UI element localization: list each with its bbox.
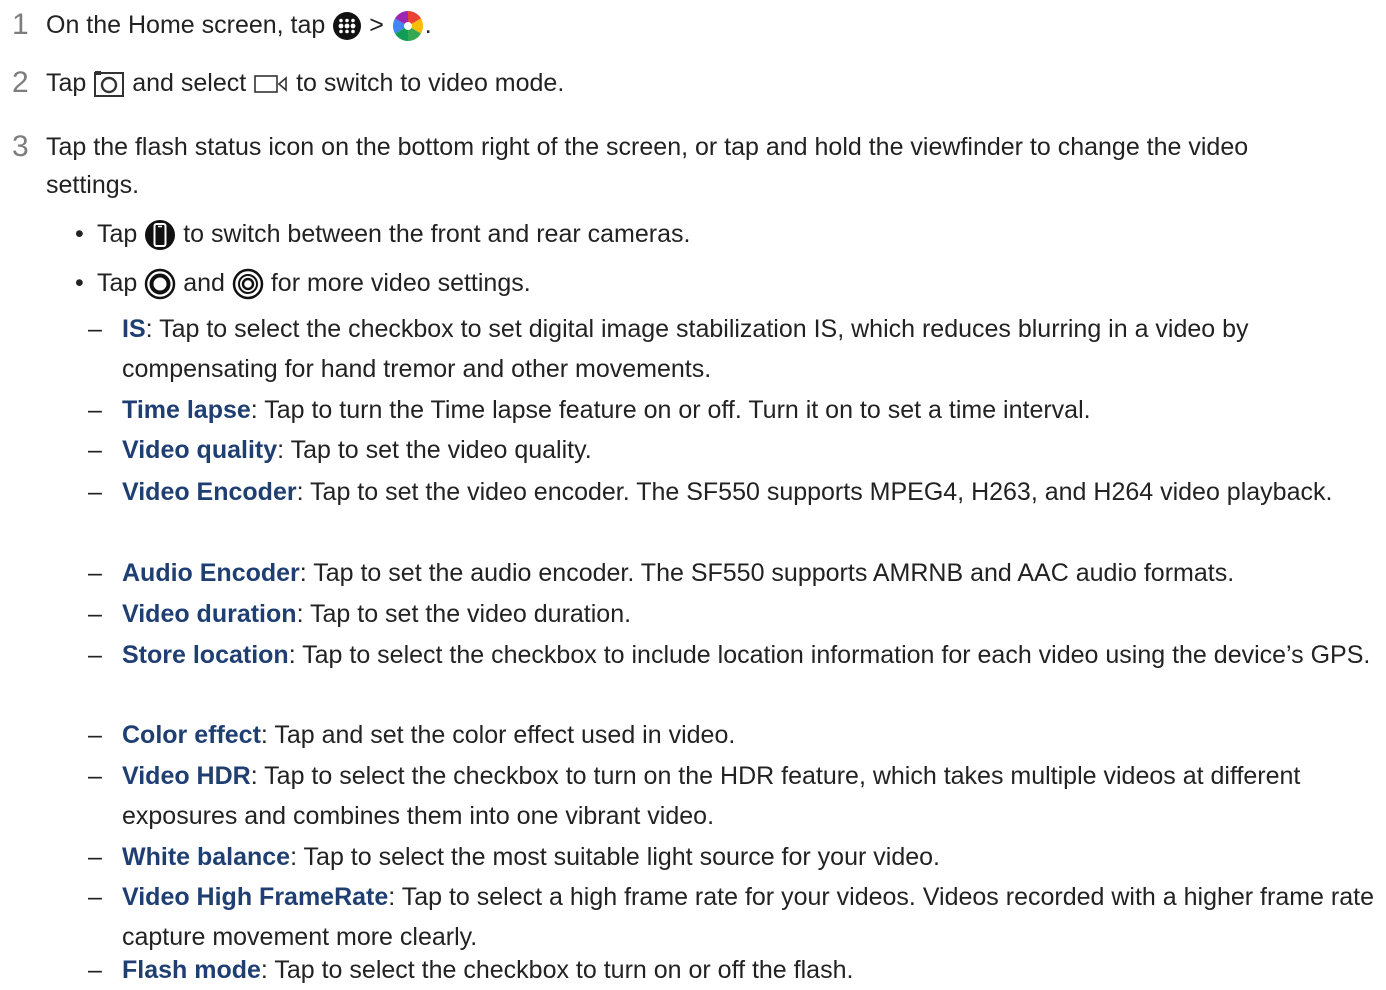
setting-description: : Tap to set the video duration.: [296, 600, 632, 628]
setting-description: : Tap to select the most suitable light …: [290, 843, 940, 871]
setting-label: Video HDR: [122, 762, 251, 790]
setting-description: : Tap and set the color effect used in v…: [260, 721, 736, 749]
setting-description: : Tap to select the checkbox to include …: [288, 641, 1371, 669]
switch-camera-icon: [145, 220, 176, 251]
setting-description: : Tap to set the video encoder. The SF55…: [296, 478, 1333, 506]
advanced-settings-icon: [232, 269, 264, 300]
apps-icon: [333, 12, 362, 41]
video-mode-icon: [254, 75, 287, 94]
step-text-3: to switch to video mode.: [296, 69, 565, 97]
step-text-2: and select: [132, 69, 247, 97]
setting-label: Color effect: [122, 721, 261, 749]
setting-label: Video High FrameRate: [122, 883, 389, 911]
step-number: 3: [12, 130, 29, 163]
setting-label: Time lapse: [122, 396, 251, 424]
step-end: .: [424, 11, 432, 39]
setting-label: Audio Encoder: [122, 559, 300, 587]
step-text: Tap: [46, 69, 87, 97]
setting-label: Video quality: [122, 436, 278, 464]
setting-description: : Tap to set the video quality.: [277, 436, 592, 464]
step-text: On the Home screen, tap: [46, 11, 326, 39]
setting-label: White balance: [122, 843, 291, 871]
setting-label: Store location: [122, 641, 289, 669]
setting-label: Video duration: [122, 600, 297, 628]
setting-label: Video Encoder: [122, 478, 297, 506]
step-text: Tap the flash status icon on the bottom …: [46, 133, 1249, 199]
setting-description: : Tap to select the checkbox to turn on …: [260, 956, 854, 984]
camera-app-icon: [392, 11, 423, 42]
camera-mode-icon: [94, 71, 125, 98]
setting-description: : Tap to select the checkbox to set digi…: [122, 315, 1249, 383]
manual-page: 1 On the Home screen, tap > . 2 Tap and …: [12, 8, 1374, 984]
settings-icon: [145, 269, 176, 300]
setting-description: : Tap to turn the Time lapse feature on …: [250, 396, 1091, 424]
setting-label: IS: [122, 315, 146, 343]
step-separator: >: [369, 11, 384, 39]
setting-label: Flash mode: [122, 956, 261, 984]
step-number: 1: [12, 8, 29, 41]
step-number: 2: [12, 66, 29, 99]
setting-description: : Tap to select the checkbox to turn on …: [122, 762, 1301, 830]
setting-description: : Tap to set the audio encoder. The SF55…: [299, 559, 1235, 587]
